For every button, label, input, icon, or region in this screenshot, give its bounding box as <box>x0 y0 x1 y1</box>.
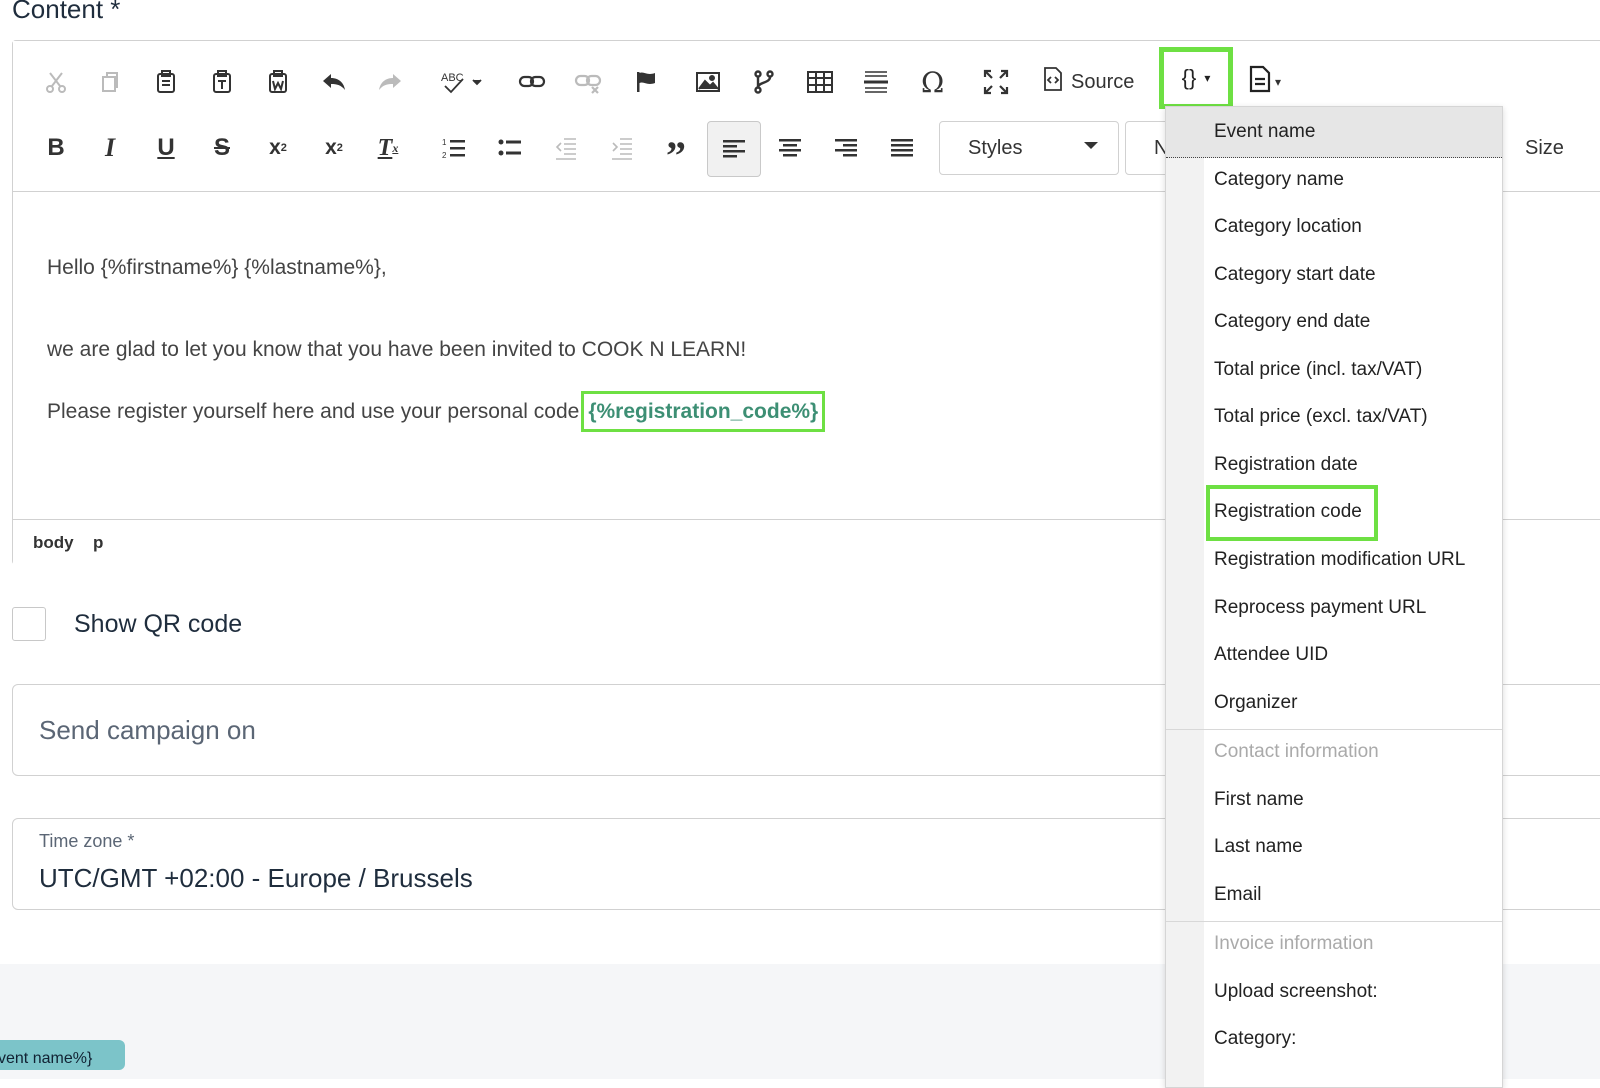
bold-icon[interactable]: B <box>35 127 77 169</box>
source-doc-icon <box>1043 67 1063 97</box>
paste-text-icon[interactable] <box>201 61 243 103</box>
paste-word-icon[interactable] <box>257 61 299 103</box>
anchor-flag-icon[interactable] <box>625 61 667 103</box>
bullet-list-icon[interactable] <box>489 127 531 169</box>
dropdown-item-category[interactable]: Category: <box>1214 1028 1296 1050</box>
path-p[interactable]: p <box>93 533 103 553</box>
dropdown-item-reprocess-payment-url[interactable]: Reprocess payment URL <box>1214 597 1426 619</box>
dropdown-item-email[interactable]: Email <box>1214 884 1262 906</box>
redo-icon[interactable] <box>369 61 411 103</box>
spellcheck-icon[interactable]: ABC <box>433 61 493 103</box>
size-combo-label: Size <box>1525 136 1564 159</box>
dropdown-item-attendee-uid[interactable]: Attendee UID <box>1214 644 1328 666</box>
greeting-line: Hello {%firstname%} {%lastname%}, <box>47 256 387 279</box>
dropdown-item-category-end-date[interactable]: Category end date <box>1214 311 1370 333</box>
numbered-list-icon[interactable]: 12 <box>433 127 475 169</box>
styles-combo[interactable]: Styles <box>939 121 1119 175</box>
dropdown-item-upload-screenshot[interactable]: Upload screenshot: <box>1214 981 1378 1003</box>
caret-down-icon: ▾ <box>1275 74 1282 89</box>
dropdown-divider <box>1166 729 1502 730</box>
blockquote-icon[interactable]: ” <box>655 127 697 176</box>
dropdown-item-total-price-incl[interactable]: Total price (incl. tax/VAT) <box>1214 359 1422 381</box>
dropdown-gutter <box>1166 107 1204 1087</box>
remove-format-icon[interactable]: Tx <box>367 127 409 169</box>
align-left-icon[interactable] <box>707 121 761 177</box>
section-title: Content * <box>12 0 121 24</box>
show-qr-label: Show QR code <box>74 610 243 638</box>
dropdown-item-registration-modification-url[interactable]: Registration modification URL <box>1214 549 1465 571</box>
strikethrough-icon[interactable]: S <box>201 127 243 169</box>
placeholder-tag-chip[interactable]: vent name%} <box>0 1040 125 1070</box>
align-justify-icon[interactable] <box>881 127 923 169</box>
copy-icon[interactable] <box>89 61 131 103</box>
timezone-label: Time zone * <box>39 831 135 851</box>
image-icon[interactable] <box>687 61 729 103</box>
styles-combo-label: Styles <box>968 136 1023 159</box>
send-campaign-placeholder: Send campaign on <box>39 715 256 745</box>
dropdown-item-event-name[interactable]: Event name <box>1214 121 1315 143</box>
source-label: Source <box>1071 70 1135 93</box>
superscript-icon[interactable]: x2 <box>313 127 355 169</box>
invite-line: we are glad to let you know that you hav… <box>47 338 747 361</box>
table-icon[interactable] <box>799 61 841 103</box>
svg-text:1: 1 <box>442 138 447 147</box>
branch-icon[interactable] <box>743 61 785 103</box>
maximize-icon[interactable] <box>975 61 1017 103</box>
special-char-omega-icon[interactable]: Ω <box>911 61 953 103</box>
dropdown-item-total-price-excl[interactable]: Total price (excl. tax/VAT) <box>1214 406 1428 428</box>
link-icon[interactable] <box>511 61 553 103</box>
register-text: Please register yourself here and use yo… <box>47 400 580 423</box>
placeholder-dropdown-menu: Event name Category name Category locati… <box>1165 106 1503 1088</box>
dropdown-item-last-name[interactable]: Last name <box>1214 836 1303 858</box>
unlink-icon[interactable] <box>567 61 609 103</box>
paste-icon[interactable] <box>145 61 187 103</box>
horizontal-rule-icon[interactable] <box>855 61 897 103</box>
registration-code-token: {%registration_code%} <box>581 391 826 433</box>
svg-text:2: 2 <box>442 151 447 160</box>
underline-icon[interactable]: U <box>145 127 187 169</box>
source-button[interactable]: Source <box>1043 66 1134 98</box>
path-body[interactable]: body <box>33 533 74 553</box>
curly-braces-icon: {} <box>1181 65 1197 90</box>
document-icon <box>1249 65 1271 98</box>
dropdown-item-registration-date[interactable]: Registration date <box>1214 454 1358 476</box>
align-right-icon[interactable] <box>825 127 867 169</box>
dropdown-item-category-start-date[interactable]: Category start date <box>1214 264 1376 286</box>
caret-down-icon: ▾ <box>1204 71 1211 85</box>
dropdown-item-organizer[interactable]: Organizer <box>1214 692 1297 714</box>
size-combo[interactable]: Size <box>1503 121 1600 175</box>
dropdown-divider <box>1166 921 1502 922</box>
dropdown-header-invoice: Invoice information <box>1214 933 1374 954</box>
cut-icon[interactable] <box>35 61 77 103</box>
dropdown-header-contact: Contact information <box>1214 741 1379 762</box>
svg-text:Ω: Ω <box>921 68 944 96</box>
subscript-icon[interactable]: x2 <box>257 127 299 169</box>
show-qr-checkbox[interactable] <box>12 607 46 641</box>
placeholder-dropdown-button[interactable]: {} ▾ <box>1159 47 1233 109</box>
align-center-icon[interactable] <box>769 127 811 169</box>
template-dropdown-button[interactable]: ▾ <box>1249 65 1281 98</box>
dropdown-item-category-location[interactable]: Category location <box>1214 216 1362 238</box>
timezone-value: UTC/GMT +02:00 - Europe / Brussels <box>39 863 473 893</box>
register-line: Please register yourself here and use yo… <box>47 391 826 433</box>
caret-down-icon <box>1082 136 1100 160</box>
dropdown-item-category-name[interactable]: Category name <box>1214 169 1344 191</box>
undo-icon[interactable] <box>313 61 355 103</box>
dropdown-item-first-name[interactable]: First name <box>1214 789 1304 811</box>
indent-icon[interactable] <box>601 127 643 169</box>
outdent-icon[interactable] <box>545 127 587 169</box>
dropdown-item-registration-code[interactable]: Registration code <box>1214 501 1362 523</box>
italic-icon[interactable]: I <box>89 127 131 169</box>
